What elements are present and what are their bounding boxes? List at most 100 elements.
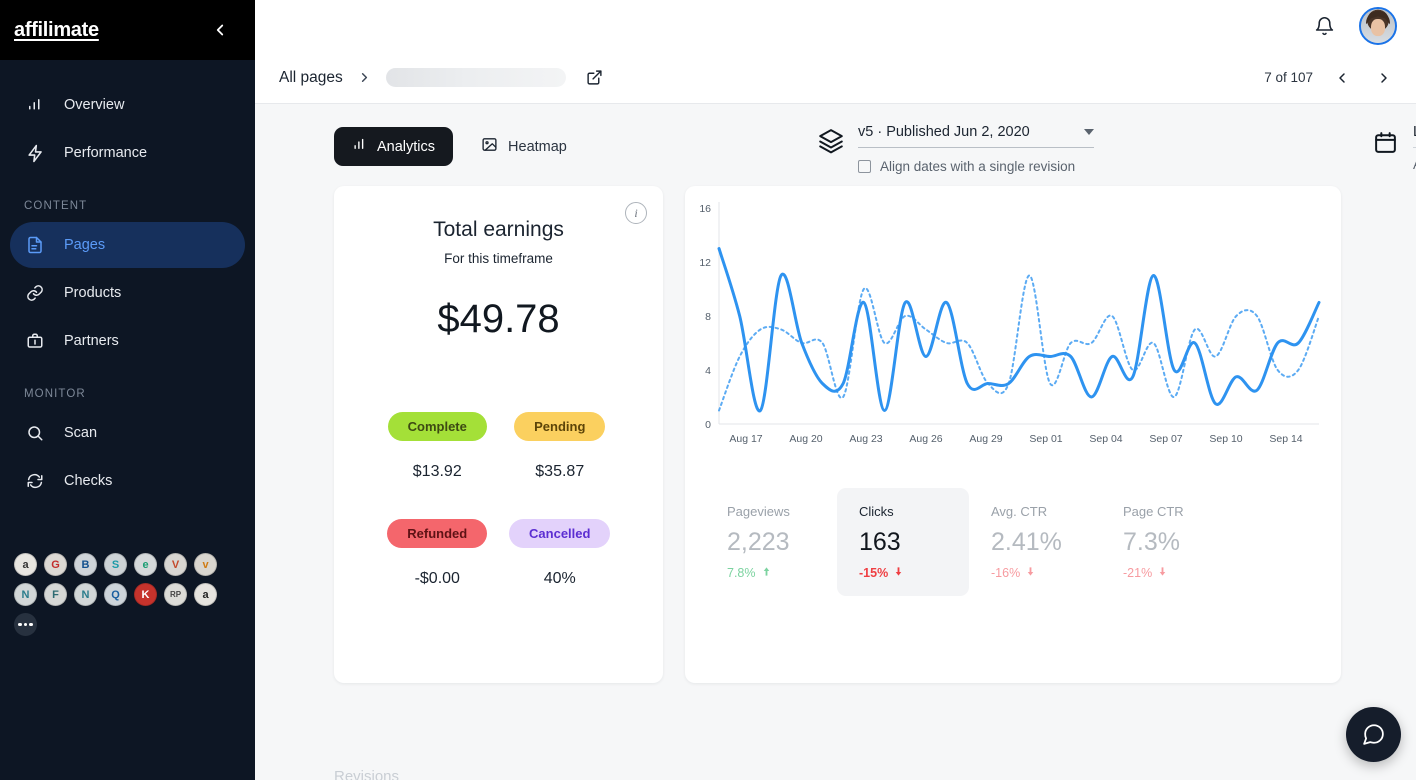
metric-delta: -21% <box>1123 566 1233 580</box>
svg-text:Aug 17: Aug 17 <box>729 433 762 445</box>
svg-text:Aug 29: Aug 29 <box>969 433 1002 445</box>
app-logo[interactable]: affilimate <box>14 19 99 42</box>
revision-select[interactable]: v5 · Published Jun 2, 2020 <box>858 124 1094 148</box>
metric-delta-value: -21% <box>1123 566 1153 580</box>
status-badge[interactable]: Complete <box>387 412 487 441</box>
metric-value: 163 <box>859 528 901 556</box>
partner-avatar[interactable]: RP <box>164 583 187 606</box>
partner-avatar-list: a G B S e V v N F N Q K RP a <box>14 553 234 636</box>
sidebar-item-pages[interactable]: Pages <box>10 222 245 268</box>
sidebar-item-overview[interactable]: Overview <box>10 82 245 128</box>
partner-avatar[interactable]: V <box>164 553 187 576</box>
metric-label: Clicks <box>859 504 894 519</box>
chevron-right-icon <box>357 70 372 85</box>
search-icon <box>24 422 46 444</box>
user-avatar[interactable] <box>1359 7 1397 45</box>
revision-body: v5 · Published Jun 2, 2020 Align dates w… <box>858 124 1094 174</box>
breadcrumb-pager: 7 of 107 <box>1264 65 1397 91</box>
align-dates-label: Align dates with a single revision <box>880 159 1076 174</box>
partner-avatar[interactable]: a <box>14 553 37 576</box>
status-value: -$0.00 <box>414 570 460 587</box>
partner-avatar[interactable]: G <box>44 553 67 576</box>
metric-delta-value: -15% <box>859 566 889 580</box>
svg-text:16: 16 <box>699 203 711 215</box>
avatar-face <box>1371 19 1385 37</box>
sidebar-item-products[interactable]: Products <box>10 270 245 316</box>
status-pending: Pending $35.87 <box>499 412 622 519</box>
breadcrumb-left: All pages <box>279 68 604 87</box>
status-complete: Complete $13.92 <box>376 412 499 519</box>
partner-avatar[interactable]: a <box>194 583 217 606</box>
svg-text:8: 8 <box>705 311 711 323</box>
metric-avg-ctr[interactable]: Avg. CTR 2.41% -16% <box>969 488 1101 596</box>
sidebar-item-label: Products <box>64 285 122 301</box>
info-icon[interactable]: i <box>625 202 647 224</box>
bell-icon[interactable] <box>1311 13 1337 39</box>
partner-avatar-more-button[interactable] <box>14 613 37 636</box>
clicks-line-chart: 0 4 8 12 16 Aug 17 Aug 20 Aug 23 Aug 26 Aug 29 Sep… <box>699 202 1321 445</box>
tab-analytics[interactable]: Analytics <box>334 127 454 166</box>
metric-pageviews[interactable]: Pageviews 2,223 7.8% <box>705 488 837 596</box>
partner-avatar[interactable]: N <box>74 583 97 606</box>
align-dates-checkbox[interactable]: Align dates with a single revision <box>858 159 1094 174</box>
svg-text:Aug 20: Aug 20 <box>789 433 822 445</box>
controls-row: Analytics Heatmap v5 · Published Jun 2, … <box>255 104 1416 186</box>
chat-bubble-icon[interactable] <box>1346 707 1401 762</box>
sidebar-item-scan[interactable]: Scan <box>10 410 245 456</box>
partner-avatar[interactable]: B <box>74 553 97 576</box>
view-tabs: Analytics Heatmap <box>334 126 585 167</box>
partner-avatar-row: a G B S e V v <box>14 553 234 576</box>
metric-clicks[interactable]: Clicks 163 -15% <box>837 488 969 596</box>
svg-text:Sep 07: Sep 07 <box>1149 433 1182 445</box>
document-icon <box>24 234 46 256</box>
partner-avatar[interactable]: N <box>14 583 37 606</box>
breadcrumb: All pages 7 of 107 <box>255 52 1416 104</box>
top-bar <box>255 0 1416 52</box>
sidebar-collapse-button[interactable] <box>207 17 233 43</box>
sidebar-item-performance[interactable]: Performance <box>10 130 245 176</box>
metric-value: 2,223 <box>727 528 790 556</box>
status-badge[interactable]: Pending <box>514 412 606 441</box>
status-badge[interactable]: Cancelled <box>509 519 611 548</box>
chevron-down-icon <box>1084 129 1094 135</box>
earnings-subtitle: For this timeframe <box>444 251 553 266</box>
status-cancelled: Cancelled 40% <box>499 519 622 626</box>
partner-avatar[interactable]: K <box>134 583 157 606</box>
metric-delta: -16% <box>991 566 1101 580</box>
partner-avatar[interactable]: e <box>134 553 157 576</box>
tab-label: Analytics <box>377 138 436 155</box>
tab-heatmap[interactable]: Heatmap <box>463 126 585 167</box>
partner-avatar[interactable]: Q <box>104 583 127 606</box>
sidebar-item-partners[interactable]: Partners <box>10 318 245 364</box>
revision-value: v5 · Published Jun 2, 2020 <box>858 124 1030 140</box>
bar-chart-icon <box>24 94 46 116</box>
app-root: affilimate Overview Performance CONTENT <box>0 0 1416 780</box>
sidebar-nav: Overview Performance CONTENT Pages Produ… <box>0 60 255 504</box>
metric-delta: 7.8% <box>727 566 837 580</box>
refresh-icon <box>24 470 46 492</box>
earnings-amount: $49.78 <box>437 297 560 341</box>
checkbox-box <box>858 160 871 173</box>
calendar-icon <box>1373 130 1399 156</box>
pager-prev-button[interactable] <box>1329 65 1355 91</box>
external-link-icon[interactable] <box>586 69 604 87</box>
breadcrumb-all-pages-link[interactable]: All pages <box>279 69 343 87</box>
svg-text:Sep 01: Sep 01 <box>1029 433 1062 445</box>
arrow-up-icon <box>761 566 772 580</box>
sidebar-item-checks[interactable]: Checks <box>10 458 245 504</box>
pager-next-button[interactable] <box>1371 65 1397 91</box>
earnings-title: Total earnings <box>433 218 564 241</box>
partner-avatar[interactable]: F <box>44 583 67 606</box>
metric-page-ctr[interactable]: Page CTR 7.3% -21% <box>1101 488 1233 596</box>
sidebar-section-content: CONTENT <box>24 200 88 212</box>
svg-text:0: 0 <box>705 419 711 431</box>
status-badge[interactable]: Refunded <box>387 519 488 548</box>
sidebar-item-label: Overview <box>64 97 125 113</box>
bottom-section-peek: Revisions <box>334 768 400 780</box>
partner-avatar[interactable]: v <box>194 553 217 576</box>
sidebar-section-monitor: MONITOR <box>24 388 86 400</box>
partner-avatar[interactable]: S <box>104 553 127 576</box>
metric-value: 7.3% <box>1123 528 1180 556</box>
arrow-down-icon <box>1025 566 1036 580</box>
metric-label: Pageviews <box>727 504 790 519</box>
